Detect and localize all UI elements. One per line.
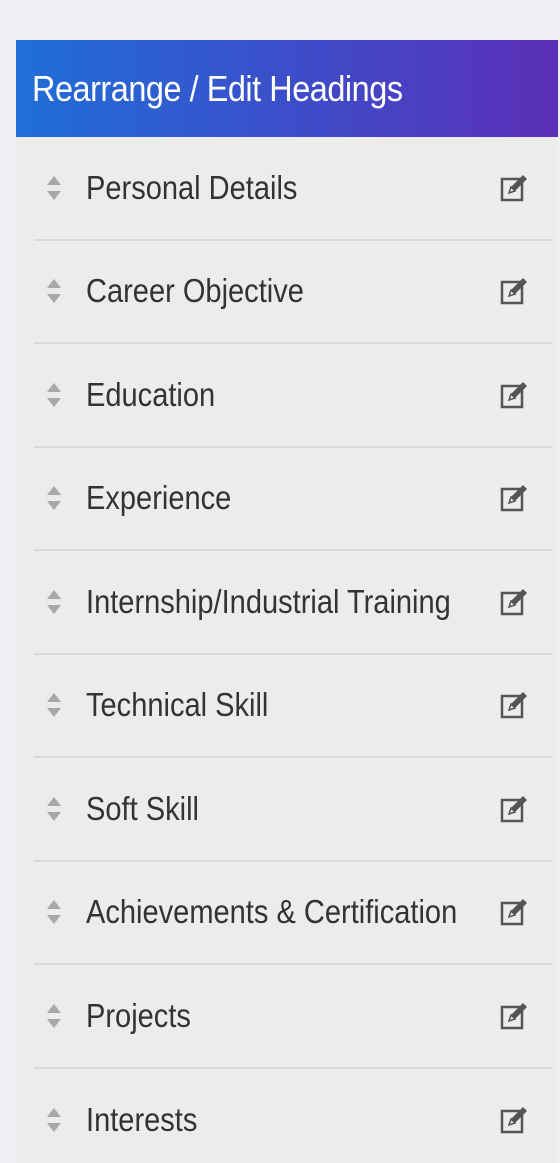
headings-list: Personal Details Career Objective Educatio…: [34, 137, 552, 1163]
heading-label: Technical Skill: [86, 686, 269, 724]
heading-label: Soft Skill: [86, 789, 199, 827]
heading-label: Achievements & Certification: [86, 893, 458, 931]
edit-pencil-icon[interactable]: [496, 1102, 532, 1138]
heading-label: Projects: [86, 996, 191, 1034]
sort-arrows-icon[interactable]: [34, 582, 74, 622]
heading-row-soft-skill[interactable]: Soft Skill: [34, 758, 552, 862]
edit-pencil-icon[interactable]: [496, 584, 532, 620]
sort-arrows-icon[interactable]: [34, 685, 74, 725]
panel-header: Rearrange / Edit Headings: [16, 40, 558, 137]
edit-pencil-icon[interactable]: [496, 894, 532, 930]
heading-row-experience[interactable]: Experience: [34, 448, 552, 551]
sort-arrows-icon[interactable]: [34, 478, 74, 518]
heading-label: Education: [86, 375, 216, 413]
heading-row-achievements-certification[interactable]: Achievements & Certification: [34, 862, 552, 965]
rearrange-panel: Rearrange / Edit Headings Personal Detai…: [16, 40, 558, 1163]
edit-pencil-icon[interactable]: [496, 377, 532, 413]
edit-pencil-icon[interactable]: [496, 791, 532, 827]
sort-arrows-icon[interactable]: [34, 271, 74, 311]
heading-label: Career Objective: [86, 272, 304, 310]
edit-pencil-icon[interactable]: [496, 687, 532, 723]
page-title: Rearrange / Edit Headings: [32, 67, 403, 109]
heading-label: Interests: [86, 1101, 198, 1139]
heading-row-interests[interactable]: Interests: [34, 1069, 552, 1163]
heading-label: Internship/Industrial Training: [86, 582, 451, 620]
heading-row-projects[interactable]: Projects: [34, 965, 552, 1069]
heading-row-personal-details[interactable]: Personal Details: [34, 137, 552, 241]
sort-arrows-icon[interactable]: [34, 168, 74, 208]
edit-pencil-icon[interactable]: [496, 170, 532, 206]
page: Rearrange / Edit Headings Personal Detai…: [0, 0, 560, 1163]
sort-arrows-icon[interactable]: [34, 375, 74, 415]
edit-pencil-icon[interactable]: [496, 998, 532, 1034]
heading-row-education[interactable]: Education: [34, 344, 552, 448]
sort-arrows-icon[interactable]: [34, 1100, 74, 1140]
sort-arrows-icon[interactable]: [34, 892, 74, 932]
heading-label: Personal Details: [86, 168, 298, 206]
heading-row-career-objective[interactable]: Career Objective: [34, 241, 552, 344]
heading-row-internship-industrial-training[interactable]: Internship/Industrial Training: [34, 551, 552, 655]
sort-arrows-icon[interactable]: [34, 789, 74, 829]
edit-pencil-icon[interactable]: [496, 480, 532, 516]
heading-row-technical-skill[interactable]: Technical Skill: [34, 655, 552, 758]
heading-label: Experience: [86, 479, 232, 517]
edit-pencil-icon[interactable]: [496, 273, 532, 309]
sort-arrows-icon[interactable]: [34, 996, 74, 1036]
